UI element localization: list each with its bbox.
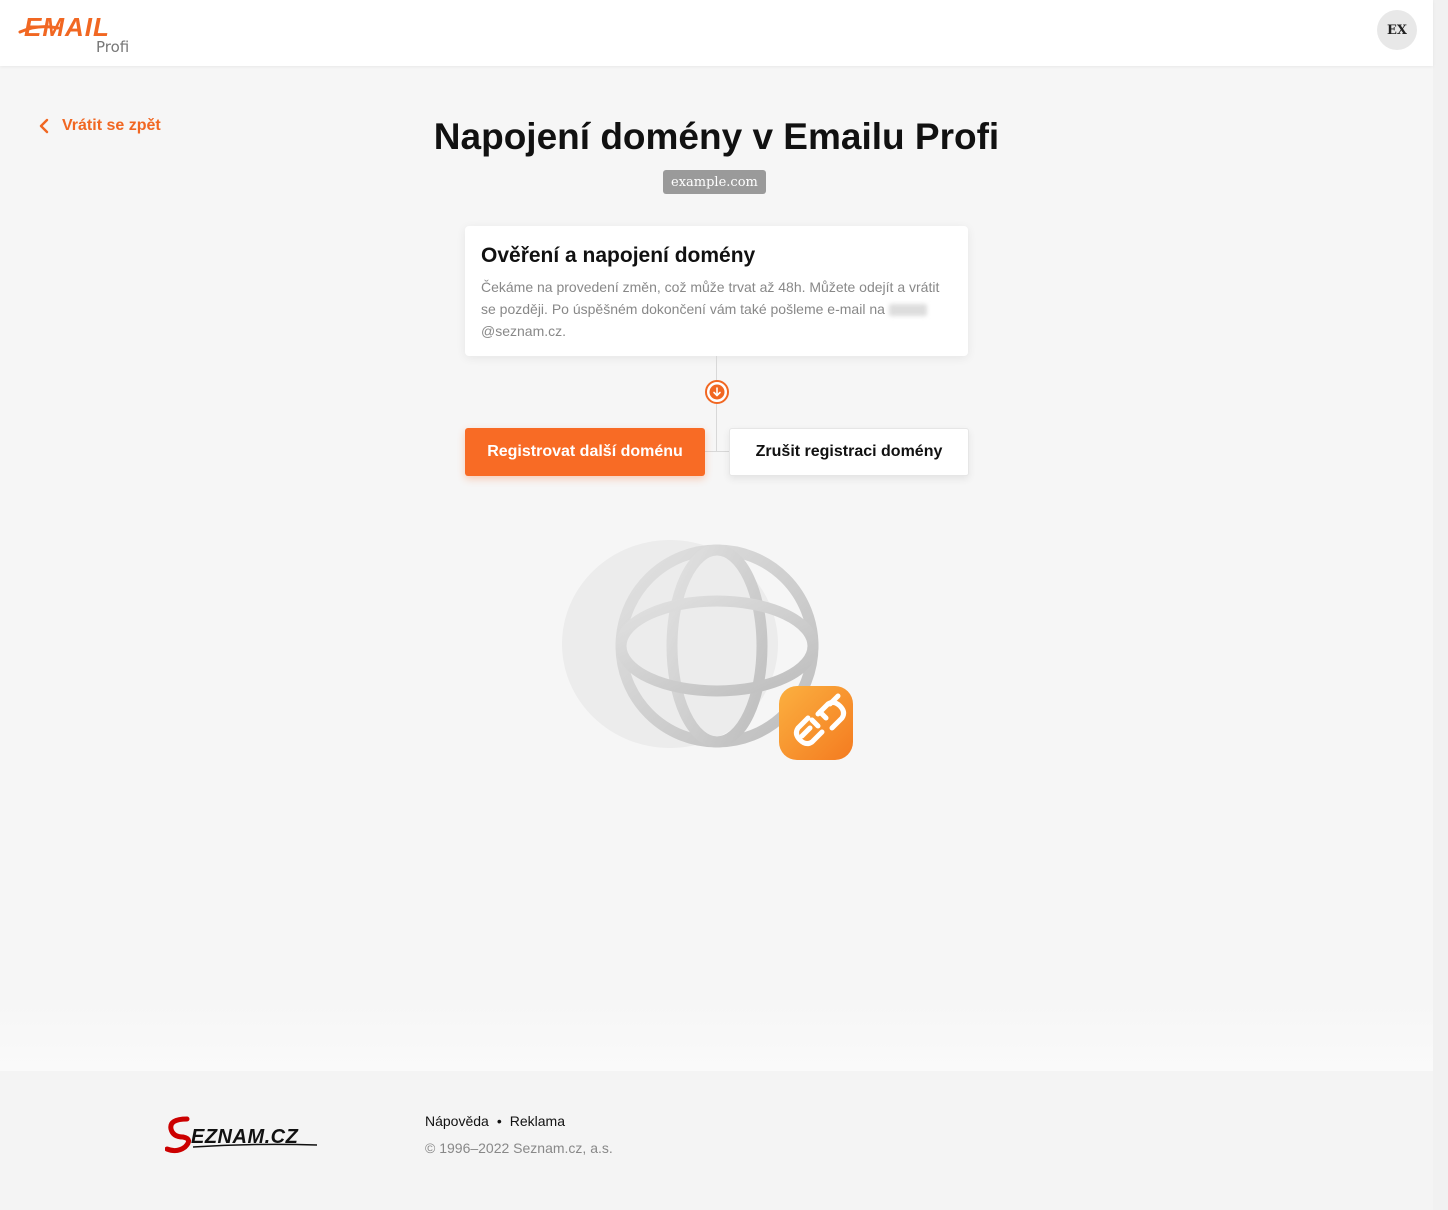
connector-line-horizontal xyxy=(705,451,729,452)
copyright: © 1996–2022 Seznam.cz, a.s. xyxy=(425,1140,613,1156)
header: EMAIL Profi EX xyxy=(0,0,1433,66)
svg-text:Profi: Profi xyxy=(96,38,129,56)
scrollbar[interactable] xyxy=(1433,0,1448,1210)
register-another-domain-button[interactable]: Registrovat další doménu xyxy=(465,428,705,476)
email-profi-logo[interactable]: EMAIL Profi xyxy=(18,8,148,58)
footer-links: Nápověda • Reklama xyxy=(425,1113,565,1129)
footer-link-help[interactable]: Nápověda xyxy=(425,1113,489,1129)
page-title: Napojení domény v Emailu Profi xyxy=(433,116,1000,157)
user-avatar[interactable]: EX xyxy=(1377,10,1417,50)
seznam-logo[interactable]: EZNAM.CZ xyxy=(165,1115,321,1155)
status-card-description: Čekáme na provedení změn, což může trvat… xyxy=(481,279,940,317)
link-icon xyxy=(779,686,853,760)
blurred-email-user xyxy=(888,304,927,317)
status-card-title: Ověření a napojení domény xyxy=(481,244,756,267)
globe-illustration xyxy=(562,540,853,760)
separator-dot: • xyxy=(496,1113,502,1129)
footer-link-ads[interactable]: Reklama xyxy=(510,1113,565,1129)
status-card-email-suffix: @seznam.cz. xyxy=(481,323,567,339)
cancel-domain-registration-button[interactable]: Zrušit registraci domény xyxy=(729,428,969,476)
status-card: Ověření a napojení domény Čekáme na prov… xyxy=(465,226,968,356)
footer-fade xyxy=(0,1000,1433,1071)
domain-badge: example.com xyxy=(663,170,766,194)
status-card-text: Čekáme na provedení změn, což může trvat… xyxy=(481,276,952,342)
connector-line xyxy=(716,356,717,452)
arrow-down-circle-icon xyxy=(705,380,729,404)
